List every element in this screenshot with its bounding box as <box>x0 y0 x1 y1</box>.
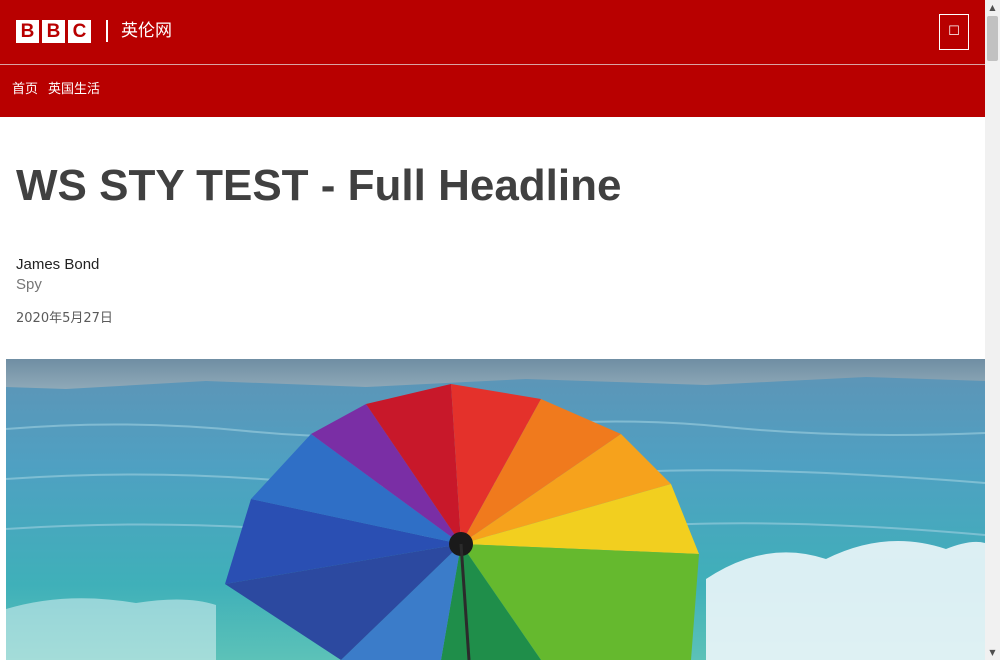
article-date: 2020年5月27日 <box>16 311 113 326</box>
main-nav: 首页 英国生活 <box>0 65 985 117</box>
logo-letter: B <box>16 20 39 43</box>
author-role: Spy <box>16 276 42 293</box>
logo-letter: B <box>42 20 65 43</box>
beach-umbrella-illustration <box>6 359 985 660</box>
nav-item-uk-life[interactable]: 英国生活 <box>48 82 100 98</box>
author-name: James Bond <box>16 256 100 273</box>
scroll-thumb[interactable] <box>987 16 998 61</box>
page: B B C 英伦网 ☐ 首页 英国生活 WS STY TEST - Full H… <box>0 0 985 660</box>
page-scrollbar[interactable]: ▲ ▼ <box>985 0 1000 660</box>
site-header: B B C 英伦网 ☐ <box>0 0 985 65</box>
logo-letter: C <box>68 20 91 43</box>
hero-image <box>6 359 985 660</box>
menu-button[interactable]: ☐ <box>939 14 969 50</box>
scroll-up-icon[interactable]: ▲ <box>985 0 1000 15</box>
nav-item-home[interactable]: 首页 <box>12 82 38 98</box>
menu-icon: ☐ <box>948 24 960 39</box>
brand-divider <box>106 20 108 42</box>
bbc-logo[interactable]: B B C <box>16 20 91 43</box>
scroll-down-icon[interactable]: ▼ <box>985 645 1000 660</box>
article-headline: WS STY TEST - Full Headline <box>16 161 622 210</box>
brand-name[interactable]: 英伦网 <box>121 20 172 42</box>
